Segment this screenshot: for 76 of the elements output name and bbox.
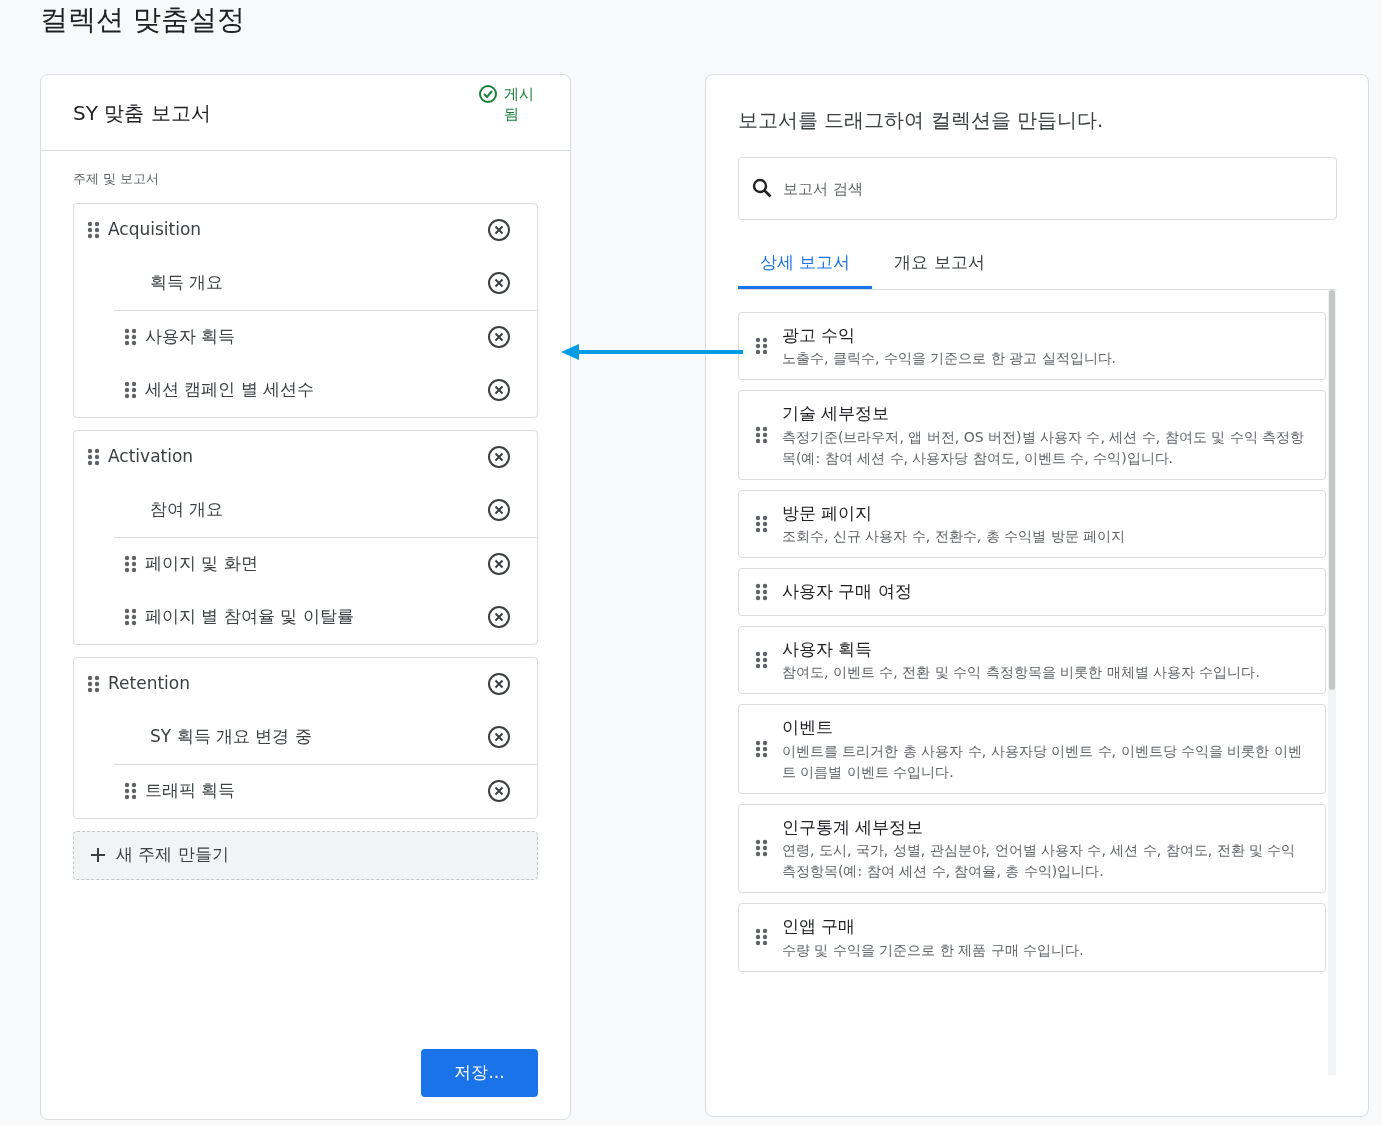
tab[interactable]: 상세 보고서 bbox=[738, 250, 873, 289]
report-title: 기술 세부정보 bbox=[782, 402, 891, 425]
report-title: 인앱 구매 bbox=[782, 915, 857, 938]
drag-handle-icon[interactable] bbox=[87, 448, 100, 466]
report-card[interactable]: 이벤트 이벤트를 트리거한 총 사용자 수, 사용자당 이벤트 수, 이벤트당 수익을 비롯한 이벤트 이름별 이벤트 수입니다. bbox=[738, 704, 1327, 794]
remove-icon[interactable] bbox=[487, 325, 511, 349]
remove-icon[interactable] bbox=[487, 498, 511, 522]
instruction-text: 보고서를 드래그하여 컬렉션을 만듭니다. bbox=[738, 107, 1105, 134]
page-title: 컬렉션 맞춤설정 bbox=[39, 2, 246, 38]
report-title: 인구통계 세부정보 bbox=[782, 815, 925, 839]
section-label: 주제 및 보고서 bbox=[73, 170, 161, 188]
report-description: 이벤트를 트리거한 총 사용자 수, 사용자당 이벤트 수, 이벤트당 수익을 비롯한 이벤트 이름별 이벤트 수입니다. bbox=[782, 741, 1303, 782]
arrow-icon bbox=[561, 344, 743, 360]
remove-icon[interactable] bbox=[487, 218, 511, 242]
drag-handle-icon[interactable] bbox=[755, 425, 768, 444]
tab[interactable]: 개요 보고서 bbox=[872, 250, 1007, 289]
report-name: 페이지 및 화면 bbox=[145, 552, 259, 576]
report-name: 참여 개요 bbox=[150, 498, 225, 522]
drag-handle-icon[interactable] bbox=[755, 336, 768, 355]
drag-handle-icon[interactable] bbox=[755, 839, 768, 858]
report-name: 트래픽 획득 bbox=[145, 779, 237, 803]
save-button[interactable]: 저장... bbox=[421, 1049, 538, 1097]
drag-handle-icon[interactable] bbox=[124, 608, 137, 626]
report-card[interactable]: 사용자 구매 여정 bbox=[738, 568, 1327, 616]
remove-icon[interactable] bbox=[487, 779, 511, 803]
report-description: 연령, 도시, 국가, 성별, 관심분야, 언어별 사용자 수, 세션 수, 참여도, 전환 및 수익 측정항목(예: 참여 세션 수, 참여율, 총 수익)입니다. bbox=[782, 841, 1297, 881]
report-name: 세션 캠페인 별 세션수 bbox=[145, 378, 316, 402]
report-description: 측정기준(브라우저, 앱 버전, OS 버전)별 사용자 수, 세션 수, 참여도 및 수익 측정항목(예: 참여 세션 수, 사용자당 참여도, 이벤트 수, 수익)입니다. bbox=[782, 427, 1306, 468]
drag-handle-icon[interactable] bbox=[755, 582, 768, 601]
report-card[interactable]: 사용자 획득 참여도, 이벤트 수, 전환 및 수익 측정항목을 비롯한 매체별 사용자 수입니다. bbox=[738, 625, 1327, 694]
report-description: 수량 및 수익을 기준으로 한 제품 구매 수입니다. bbox=[782, 940, 1084, 960]
scrollbar-thumb[interactable] bbox=[1329, 289, 1336, 690]
drag-handle-icon[interactable] bbox=[755, 928, 768, 947]
report-name: 페이지 별 참여율 및 이탈률 bbox=[145, 605, 355, 629]
report-title: 사용자 획득 bbox=[782, 637, 874, 661]
report-card[interactable]: 광고 수익 노출수, 클릭수, 수익을 기준으로 한 광고 실적입니다. bbox=[738, 311, 1327, 380]
drag-handle-icon[interactable] bbox=[755, 650, 768, 669]
report-name: 획득 개요 bbox=[150, 271, 225, 295]
remove-icon[interactable] bbox=[487, 725, 511, 749]
drag-handle-icon[interactable] bbox=[755, 739, 768, 758]
report-description: 참여도, 이벤트 수, 전환 및 수익 측정항목을 비롯한 매체별 사용자 수입니다. bbox=[782, 663, 1260, 682]
report-card[interactable]: 기술 세부정보 측정기준(브라우저, 앱 버전, OS 버전)별 사용자 수, 세션 수, 참여도 및 수익 측정항목(예: 참여 세션 수, 사용자당 참여도, 이벤트 수, 수익)입니다. bbox=[738, 390, 1327, 480]
report-title: 이벤트 bbox=[782, 716, 834, 739]
report-description: 조회수, 신규 사용자 수, 전환수, 총 수익별 방문 페이지 bbox=[782, 527, 1125, 546]
report-title: 방문 페이지 bbox=[782, 501, 874, 525]
remove-icon[interactable] bbox=[487, 445, 511, 469]
report-title: 광고 수익 bbox=[782, 323, 857, 347]
collection-title: SY 맞춤 보고서 bbox=[73, 99, 211, 127]
report-description: 노출수, 클릭수, 수익을 기준으로 한 광고 실적입니다. bbox=[782, 349, 1117, 368]
drag-handle-icon[interactable] bbox=[124, 328, 137, 346]
drag-handle-icon[interactable] bbox=[124, 555, 137, 573]
remove-icon[interactable] bbox=[487, 271, 511, 295]
topic-name: Retention bbox=[108, 672, 191, 696]
drag-handle-icon[interactable] bbox=[755, 514, 768, 533]
remove-icon[interactable] bbox=[487, 378, 511, 402]
plus-icon bbox=[90, 847, 106, 863]
report-card[interactable]: 인구통계 세부정보 연령, 도시, 국가, 성별, 관심분야, 언어별 사용자 수, 세션 수, 참여도, 전환 및 수익 측정항목(예: 참여 세션 수, 참여율, 총 수익)입니다. bbox=[738, 803, 1327, 893]
drag-handle-icon[interactable] bbox=[87, 675, 100, 693]
report-card[interactable]: 인앱 구매 수량 및 수익을 기준으로 한 제품 구매 수입니다. bbox=[738, 903, 1327, 972]
check-circle-icon bbox=[478, 83, 498, 104]
report-title: 사용자 구매 여정 bbox=[782, 580, 912, 603]
drag-handle-icon[interactable] bbox=[124, 782, 137, 800]
search-field[interactable]: 보고서 검색 bbox=[738, 157, 1337, 220]
new-topic-button[interactable]: 새 주제 만들기 bbox=[73, 830, 538, 880]
drag-handle-icon[interactable] bbox=[87, 221, 100, 239]
topic-name: Activation bbox=[108, 445, 195, 469]
status-label: 게시됨 bbox=[504, 83, 535, 124]
topic-name: Acquisition bbox=[108, 218, 203, 242]
report-name: 사용자 획득 bbox=[145, 325, 237, 349]
new-topic-label: 새 주제 만들기 bbox=[116, 843, 229, 867]
drag-handle-icon[interactable] bbox=[124, 381, 137, 399]
remove-icon[interactable] bbox=[487, 552, 511, 576]
remove-icon[interactable] bbox=[487, 672, 511, 696]
report-name: SY 획득 개요 변경 중 bbox=[150, 725, 313, 749]
report-card[interactable]: 방문 페이지 조회수, 신규 사용자 수, 전환수, 총 수익별 방문 페이지 bbox=[738, 489, 1327, 558]
remove-icon[interactable] bbox=[487, 605, 511, 629]
